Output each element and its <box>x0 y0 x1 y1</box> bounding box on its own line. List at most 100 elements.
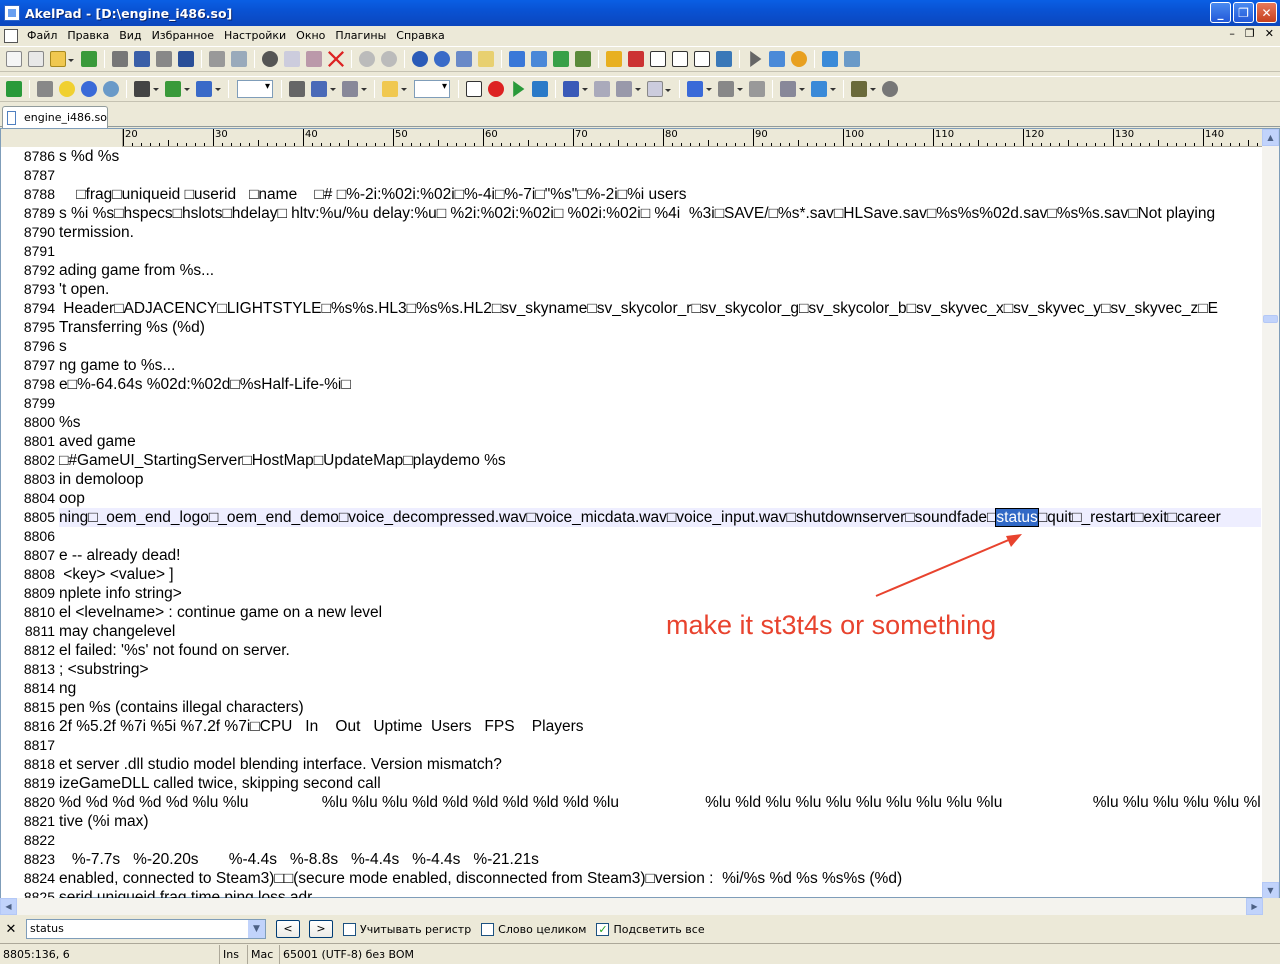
refresh-icon[interactable] <box>81 81 97 97</box>
match-case-checkbox[interactable]: Учитывать регистр <box>343 922 471 936</box>
redo-icon[interactable] <box>381 51 397 67</box>
whole-word-box[interactable] <box>481 922 495 936</box>
menu-help[interactable]: Справка <box>391 27 449 45</box>
delete-icon[interactable] <box>328 51 344 67</box>
highlight-all-checkbox[interactable]: ✓ Подсветить все <box>596 922 705 936</box>
new-window-icon[interactable] <box>28 51 44 67</box>
font-icon[interactable] <box>509 51 525 67</box>
find-next-button[interactable]: > <box>309 920 333 938</box>
stop-icon[interactable] <box>466 81 482 97</box>
scroll-right-button[interactable]: ▶ <box>1246 898 1263 915</box>
bg-color-icon[interactable] <box>553 51 569 67</box>
explorer-icon[interactable] <box>822 51 838 67</box>
view-mode-select[interactable] <box>237 80 273 98</box>
highlight-all-box[interactable]: ✓ <box>596 922 610 936</box>
panel-icon[interactable] <box>811 81 836 97</box>
music-icon[interactable] <box>851 81 876 97</box>
sort-icon[interactable] <box>687 81 712 97</box>
favorites-folder-icon[interactable] <box>382 81 407 97</box>
match-case-box[interactable] <box>343 922 356 936</box>
scroll-left-button[interactable]: ◀ <box>0 898 17 915</box>
plugin-icon[interactable] <box>769 51 785 67</box>
maximize-button[interactable]: ❐ <box>1233 2 1254 23</box>
save-disabled-icon[interactable] <box>112 51 128 67</box>
line-endings[interactable]: Mac <box>248 944 280 964</box>
play-macro-icon[interactable] <box>513 81 525 97</box>
menu-settings[interactable]: Настройки <box>219 27 291 45</box>
save-session-icon[interactable] <box>311 81 336 97</box>
vertical-scroll-thumb[interactable] <box>1263 315 1278 323</box>
paste-special-icon[interactable] <box>289 81 305 97</box>
scroll-down-button[interactable]: ▼ <box>1262 882 1279 899</box>
zoom-select[interactable] <box>414 80 450 98</box>
mdi-restore-button[interactable]: ❐ <box>1245 27 1255 40</box>
split-window-icon[interactable] <box>650 51 666 67</box>
find-icon[interactable] <box>412 51 428 67</box>
save-all-icon[interactable] <box>178 51 194 67</box>
windows-list-icon[interactable] <box>844 51 860 67</box>
find-dropdown-icon[interactable]: ▼ <box>248 920 265 938</box>
text-content[interactable]: s %d %s □frag□uniqueid □userid □name □# … <box>59 147 1261 899</box>
menu-plugins[interactable]: Плагины <box>330 27 391 45</box>
find-input[interactable]: status ▼ <box>26 919 266 939</box>
keyboard-icon[interactable] <box>780 81 805 97</box>
whole-word-checkbox[interactable]: Слово целиком <box>481 922 586 936</box>
script-icon[interactable] <box>6 81 22 97</box>
copy-icon[interactable] <box>284 51 300 67</box>
coder-icon[interactable] <box>563 81 588 97</box>
mdi-minimize-button[interactable]: – <box>1229 27 1235 40</box>
cut-icon[interactable] <box>262 51 278 67</box>
menu-window[interactable]: Окно <box>291 27 330 45</box>
bookmarks-icon[interactable] <box>749 81 765 97</box>
document-icon[interactable] <box>4 28 18 43</box>
vertical-scrollbar[interactable]: ▲ ▼ <box>1262 129 1279 899</box>
sync-icon[interactable] <box>103 81 119 97</box>
lightbulb-icon[interactable] <box>59 81 75 97</box>
find-close-icon[interactable]: ✕ <box>0 922 22 937</box>
open-folder-icon[interactable] <box>50 51 74 67</box>
scroll-up-button[interactable]: ▲ <box>1262 129 1279 146</box>
find-next-icon[interactable] <box>434 51 450 67</box>
compare-icon[interactable] <box>616 81 641 97</box>
menu-favorites[interactable]: Избранное <box>147 27 219 45</box>
insert-mode[interactable]: Ins <box>220 944 248 964</box>
print-preview-icon[interactable] <box>231 51 247 67</box>
horizontal-split-icon[interactable] <box>694 51 710 67</box>
replace-icon[interactable] <box>456 51 472 67</box>
play-repeat-icon[interactable] <box>532 81 548 97</box>
paste-icon[interactable] <box>306 51 322 67</box>
record-macro-icon[interactable] <box>488 81 504 97</box>
clipboard-icon[interactable] <box>37 81 53 97</box>
vertical-split-icon[interactable] <box>672 51 688 67</box>
reopen-icon[interactable] <box>81 51 97 67</box>
goto-line-icon[interactable] <box>478 51 494 67</box>
speech-icon[interactable] <box>882 81 898 97</box>
templates-icon[interactable] <box>647 81 671 97</box>
horizontal-scrollbar[interactable]: ◀ ▶ <box>0 898 1263 915</box>
menu-edit[interactable]: Правка <box>62 27 114 45</box>
new-file-icon[interactable] <box>6 51 22 67</box>
close-button[interactable]: ✕ <box>1256 2 1277 23</box>
text-color-icon[interactable] <box>531 51 547 67</box>
settings-tool-icon[interactable] <box>716 51 732 67</box>
find-prev-button[interactable]: < <box>276 920 300 938</box>
pin-icon[interactable] <box>606 51 622 67</box>
save-icon[interactable] <box>134 51 150 67</box>
search-match-highlight[interactable]: status <box>995 508 1039 527</box>
mdi-close-button[interactable]: ✕ <box>1265 27 1274 40</box>
spellcheck-icon[interactable] <box>165 81 190 97</box>
run-icon[interactable] <box>750 51 762 67</box>
minimize-button[interactable]: _ <box>1210 2 1231 23</box>
print-icon[interactable] <box>209 51 225 67</box>
hex-icon[interactable] <box>594 81 610 97</box>
case-convert-icon[interactable] <box>134 81 159 97</box>
encoding[interactable]: 65001 (UTF-8) без BOM <box>280 945 480 964</box>
menu-view[interactable]: Вид <box>114 27 146 45</box>
save-as-icon[interactable] <box>156 51 172 67</box>
word-wrap-icon[interactable] <box>628 51 644 67</box>
undo-icon[interactable] <box>359 51 375 67</box>
search-files-icon[interactable] <box>342 81 367 97</box>
title-bar[interactable]: AkelPad - [D:\engine_i486.so] _ ❐ ✕ <box>0 0 1280 26</box>
paragraph-icon[interactable] <box>196 81 221 97</box>
editor-pane[interactable]: 20 30 40 50 60 70 80 90 100 110 120 130 … <box>0 128 1280 899</box>
